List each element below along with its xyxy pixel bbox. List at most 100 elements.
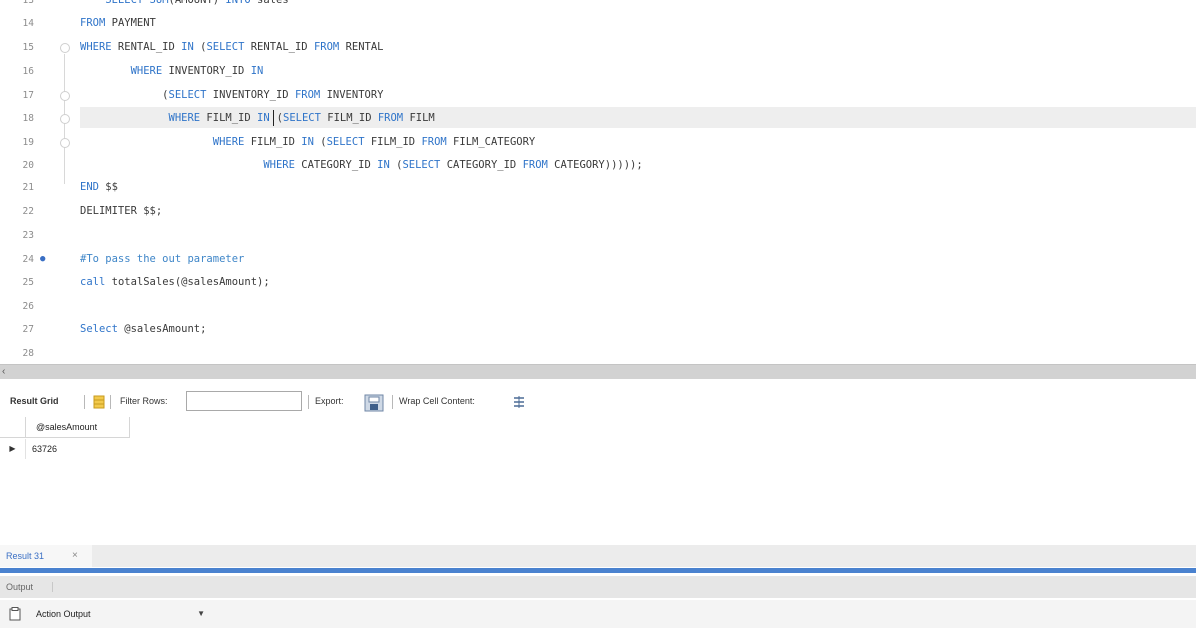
code-line[interactable]: 22 DELIMITER $$; bbox=[0, 200, 1196, 223]
sql-token: sales bbox=[250, 0, 289, 6]
code-text: WHERE INVENTORY_ID IN bbox=[80, 60, 264, 83]
code-line[interactable]: 13 SELECT SUM(AMOUNT) INTO sales bbox=[0, 0, 1196, 12]
line-number: 14 bbox=[22, 18, 34, 29]
sql-keyword: FROM bbox=[522, 159, 548, 171]
line-number: 25 bbox=[22, 277, 34, 288]
grid-cell[interactable]: 63726 bbox=[26, 439, 130, 459]
toolbar-divider bbox=[84, 395, 85, 409]
sql-keyword: SELECT bbox=[283, 112, 321, 124]
sql-keyword: SELECT bbox=[206, 41, 245, 53]
code-line[interactable]: 15 WHERE RENTAL_ID IN (SELECT RENTAL_ID F… bbox=[0, 36, 1196, 59]
sql-token: FILM_CATEGORY bbox=[446, 136, 536, 148]
sql-token: INVENTORY_ID bbox=[162, 65, 251, 77]
sql-token: totalSales(@salesAmount); bbox=[105, 276, 270, 288]
sql-keyword: SELECT bbox=[168, 89, 207, 101]
result-grid[interactable]: @salesAmount ▶ 63726 bbox=[0, 417, 1196, 537]
line-number: 26 bbox=[22, 301, 34, 312]
grid-corner bbox=[0, 417, 26, 438]
toolbar-divider bbox=[110, 395, 111, 409]
output-panel-header: Output bbox=[0, 576, 1196, 598]
code-text: Select @salesAmount; bbox=[80, 318, 206, 341]
sql-keyword: IN bbox=[301, 136, 314, 148]
tab-result-31[interactable]: Result 31 × bbox=[0, 545, 92, 567]
sql-token: INVENTORY_ID bbox=[206, 89, 295, 101]
sql-keyword: FROM bbox=[377, 112, 404, 124]
sql-token: (AMOUNT) bbox=[168, 0, 226, 6]
result-grid-label[interactable]: Result Grid bbox=[10, 386, 59, 416]
column-header[interactable]: @salesAmount bbox=[26, 417, 130, 438]
sql-token: FILM_ID bbox=[364, 136, 422, 148]
output-type-select[interactable]: Action Output ▼ bbox=[30, 604, 205, 624]
sql-token: FILM_ID bbox=[320, 112, 378, 124]
sql-token: RENTAL_ID bbox=[111, 41, 182, 53]
text-cursor bbox=[272, 110, 274, 126]
code-line[interactable]: 20 WHERE CATEGORY_ID IN (SELECT CATEGORY… bbox=[0, 154, 1196, 177]
output-title: Output bbox=[6, 582, 34, 592]
sql-keyword: Select bbox=[80, 323, 118, 335]
output-controls: Action Output ▼ bbox=[0, 600, 1196, 628]
line-number: 17 bbox=[22, 90, 34, 101]
result-toolbar: Result Grid Filter Rows: Export: Wrap Ce… bbox=[0, 386, 1196, 416]
sql-editor[interactable]: 13 SELECT SUM(AMOUNT) INTO sales 14 FROM P… bbox=[0, 0, 1196, 364]
code-line[interactable]: 19 WHERE FILM_ID IN (SELECT FILM_ID FROM… bbox=[0, 131, 1196, 154]
code-line[interactable]: 25 call totalSales(@salesAmount); bbox=[0, 271, 1196, 294]
chevron-down-icon: ▼ bbox=[197, 609, 205, 618]
sql-keyword: WHERE bbox=[80, 136, 245, 148]
sql-keyword: WHERE bbox=[80, 112, 201, 124]
code-line[interactable]: 21 END $$ bbox=[0, 176, 1196, 199]
filter-rows-label: Filter Rows: bbox=[120, 396, 168, 406]
line-number: 19 bbox=[22, 137, 34, 148]
code-text: (SELECT INVENTORY_ID FROM INVENTORY bbox=[80, 84, 383, 107]
code-text: DELIMITER $$; bbox=[80, 200, 162, 223]
filter-rows-input[interactable] bbox=[186, 391, 302, 411]
sql-token: CATEGORY_ID bbox=[294, 159, 378, 171]
panel-grip bbox=[52, 582, 53, 592]
sql-keyword: SELECT bbox=[326, 136, 365, 148]
export-icon[interactable] bbox=[364, 394, 384, 412]
scroll-left-icon[interactable]: ‹ bbox=[2, 365, 5, 379]
fold-toggle-icon[interactable] bbox=[60, 43, 70, 53]
sql-keyword: call bbox=[80, 276, 106, 288]
grid-icon[interactable] bbox=[92, 395, 106, 409]
sql-token: FILM_ID bbox=[244, 136, 302, 148]
wrap-icon[interactable] bbox=[512, 395, 526, 409]
result-tab-bar: Result 31 × bbox=[0, 545, 1196, 567]
sql-token: $$ bbox=[98, 181, 118, 193]
code-line[interactable]: 24 ● #To pass the out parameter bbox=[0, 248, 1196, 271]
code-text: SELECT SUM(AMOUNT) INTO sales bbox=[80, 0, 289, 12]
code-line[interactable]: 26 bbox=[0, 295, 1196, 318]
export-label: Export: bbox=[315, 396, 344, 406]
code-text: WHERE FILM_ID IN (SELECT FILM_ID FROM FIL… bbox=[80, 107, 435, 130]
fold-toggle-icon[interactable] bbox=[60, 138, 70, 148]
toolbar-divider bbox=[392, 395, 393, 409]
sql-token: @salesAmount; bbox=[117, 323, 207, 335]
code-line[interactable]: 28 bbox=[0, 342, 1196, 364]
sql-token: FILM bbox=[403, 112, 435, 124]
code-text: END $$ bbox=[80, 176, 118, 199]
close-icon[interactable]: × bbox=[72, 545, 78, 567]
fold-toggle-icon[interactable] bbox=[60, 114, 70, 124]
code-line[interactable]: 16 WHERE INVENTORY_ID IN bbox=[0, 60, 1196, 83]
code-line[interactable]: 17 (SELECT INVENTORY_ID FROM INVENTORY bbox=[0, 84, 1196, 107]
code-line[interactable]: 23 bbox=[0, 224, 1196, 247]
line-number: 13 bbox=[22, 0, 34, 6]
sql-keyword: INTO bbox=[225, 0, 251, 6]
sql-keyword: IN bbox=[181, 41, 194, 53]
clipboard-icon[interactable] bbox=[8, 607, 22, 626]
wrap-cell-label: Wrap Cell Content: bbox=[399, 396, 475, 406]
code-line[interactable]: 27 Select @salesAmount; bbox=[0, 318, 1196, 341]
editor-horizontal-scrollbar[interactable]: ‹ bbox=[0, 364, 1196, 379]
code-text: WHERE FILM_ID IN (SELECT FILM_ID FROM FI… bbox=[80, 131, 536, 154]
code-line[interactable]: 14 FROM PAYMENT bbox=[0, 12, 1196, 35]
sql-token: ( bbox=[313, 136, 327, 148]
sql-token: CATEGORY_ID bbox=[440, 159, 523, 171]
sql-keyword: SUM bbox=[149, 0, 169, 6]
sql-keyword: FROM bbox=[313, 41, 340, 53]
sql-token: RENTAL_ID bbox=[244, 41, 314, 53]
sql-token: ( bbox=[80, 89, 169, 101]
sql-comment: #To pass the out parameter bbox=[80, 253, 245, 265]
code-line[interactable]: 18 WHERE FILM_ID IN (SELECT FILM_ID FROM … bbox=[0, 107, 1196, 130]
fold-toggle-icon[interactable] bbox=[60, 91, 70, 101]
line-number: 20 bbox=[22, 160, 34, 171]
sql-keyword: WHERE bbox=[80, 65, 163, 77]
